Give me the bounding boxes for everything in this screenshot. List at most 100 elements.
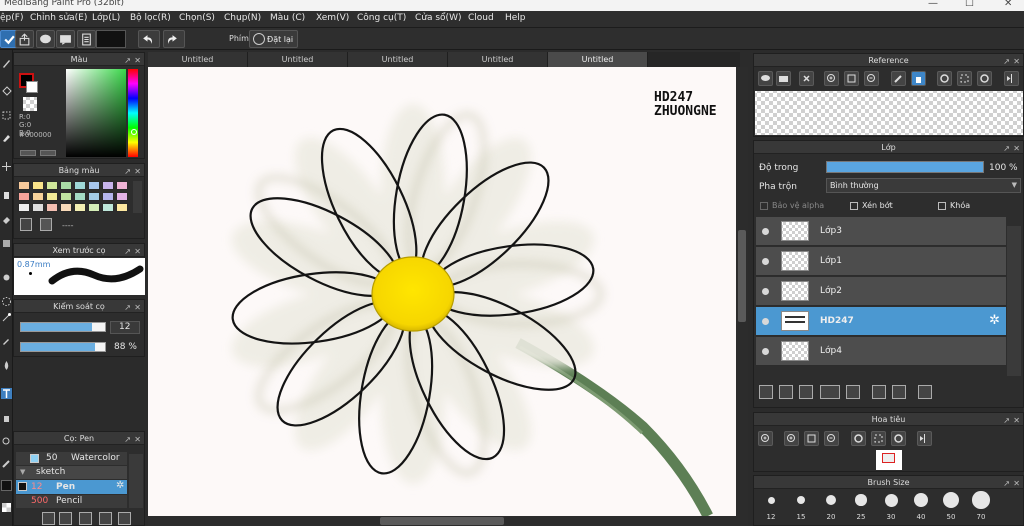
visibility-icon[interactable] [762, 228, 769, 235]
horizontal-scroll-thumb[interactable] [380, 517, 504, 525]
reset-view-icon[interactable] [957, 71, 972, 86]
foreground-color-icon[interactable] [1, 480, 12, 491]
redo-icon[interactable] [163, 30, 185, 48]
float-icon[interactable]: ↗ [124, 165, 131, 178]
new-layer-icon[interactable] [759, 385, 773, 399]
zoom-out-icon[interactable] [864, 71, 879, 86]
lasso-tool-icon[interactable] [1, 86, 12, 97]
color-mode-button-2[interactable] [40, 150, 56, 156]
close-icon[interactable]: ✕ [1013, 55, 1020, 68]
select-tool-icon[interactable] [1, 110, 12, 121]
fit-icon[interactable] [804, 431, 819, 446]
brush-size-cell[interactable]: 30 [877, 492, 905, 524]
tab-untitled-1[interactable]: Untitled [148, 52, 248, 67]
zoom-tool-icon[interactable] [1, 436, 12, 447]
hue-slider[interactable] [128, 69, 138, 157]
document-icon[interactable] [77, 30, 96, 48]
reset-view-icon[interactable] [871, 431, 886, 446]
layer-row-lop4[interactable]: Lớp4 [756, 337, 1006, 366]
hand-icon[interactable] [911, 71, 926, 86]
pen-tool-icon[interactable] [1, 58, 12, 69]
palette-swatch[interactable] [32, 203, 44, 212]
zoom-in-icon[interactable] [758, 431, 773, 446]
merge-layer-icon[interactable] [892, 385, 906, 399]
chevron-down-icon[interactable]: ▼ [20, 468, 25, 476]
layer-row-lop3[interactable]: Lớp3 [756, 217, 1006, 246]
transparent-color-icon[interactable] [1, 502, 12, 513]
dotted-select-icon[interactable] [1, 296, 12, 307]
close-reference-icon[interactable] [799, 71, 814, 86]
float-icon[interactable]: ↗ [124, 54, 131, 67]
menu-filter[interactable]: Bộ lọc(R) [130, 13, 171, 23]
comment-icon[interactable] [36, 30, 55, 48]
gear-icon[interactable]: ✲ [989, 313, 1000, 328]
palette-swatch[interactable] [116, 181, 128, 190]
folder-icon[interactable] [776, 71, 791, 86]
canvas-horizontal-scrollbar[interactable] [148, 516, 748, 526]
eraser-tool-icon[interactable] [1, 190, 12, 201]
float-icon[interactable]: ↗ [1003, 142, 1010, 155]
saturation-value-picker[interactable] [66, 69, 126, 157]
float-icon[interactable]: ↗ [1003, 477, 1010, 490]
menu-tools[interactable]: Công cụ(T) [357, 13, 406, 23]
drawing-canvas[interactable]: HD247 ZHUONGNE [148, 67, 736, 516]
palette-swatch[interactable] [60, 181, 72, 190]
palette-swatch[interactable] [18, 192, 30, 201]
palette-scrollbar[interactable] [133, 181, 142, 213]
dropper-tool-icon[interactable] [1, 458, 12, 469]
blur-tool-icon[interactable] [1, 360, 12, 371]
undo-icon[interactable] [138, 30, 160, 48]
brush-size-cell[interactable]: 12 [757, 492, 785, 524]
minimize-button[interactable]: — [928, 0, 938, 9]
brush-settings-icon[interactable] [59, 512, 72, 525]
brush-group[interactable]: ▼ sketch [16, 466, 127, 479]
gradient-tool-icon[interactable] [1, 238, 12, 249]
palette-swatch[interactable] [60, 203, 72, 212]
vertical-scroll-thumb[interactable] [738, 230, 746, 322]
eyedropper-icon[interactable] [1, 335, 12, 346]
navigator-thumbnail[interactable] [876, 450, 902, 470]
brush-item-selected[interactable]: 12 Pen ✲ [16, 480, 127, 494]
palette-swatch[interactable] [74, 192, 86, 201]
flip-icon[interactable] [1004, 71, 1019, 86]
menu-cloud[interactable]: Cloud [468, 13, 494, 23]
new-8bit-layer-icon[interactable] [799, 385, 813, 399]
float-icon[interactable]: ↗ [124, 245, 131, 258]
canvas-vertical-scrollbar[interactable] [736, 67, 748, 516]
secondary-color-swatch[interactable] [26, 81, 38, 93]
tab-untitled-2[interactable]: Untitled [248, 52, 348, 67]
layer-opacity-slider[interactable] [826, 161, 984, 173]
gear-icon[interactable]: ✲ [116, 480, 124, 491]
brush-size-cell[interactable]: 15 [787, 492, 815, 524]
menu-window[interactable]: Cửa sổ(W) [415, 13, 461, 23]
layer-row-lop1[interactable]: Lớp1 [756, 247, 1006, 276]
brush-size-value[interactable]: 12 [110, 321, 140, 334]
rotate-left-icon[interactable] [851, 431, 866, 446]
brush-tool-icon[interactable] [1, 132, 12, 143]
transparent-swatch[interactable] [23, 97, 37, 111]
reset-button[interactable]: Đặt lại [249, 30, 298, 48]
move-tool-icon[interactable] [1, 161, 12, 172]
delete-palette-icon[interactable] [40, 218, 52, 231]
new-halftone-layer-icon[interactable] [779, 385, 793, 399]
palette-swatch[interactable] [102, 181, 114, 190]
palette-swatch[interactable] [116, 203, 128, 212]
palette-swatch[interactable] [88, 181, 100, 190]
palette-swatch[interactable] [102, 203, 114, 212]
menu-view[interactable]: Xem(V) [316, 13, 349, 23]
menu-help[interactable]: Help [505, 13, 526, 23]
menu-edit[interactable]: Chỉnh sửa(E) [30, 13, 87, 23]
palette-swatch[interactable] [18, 181, 30, 190]
color-preview-box[interactable] [96, 30, 126, 48]
share-icon[interactable] [15, 30, 34, 48]
visibility-icon[interactable] [762, 318, 769, 325]
palette-swatch[interactable] [46, 203, 58, 212]
brush-size-slider[interactable] [20, 322, 106, 332]
hue-handle[interactable] [131, 129, 137, 135]
close-icon[interactable]: ✕ [1013, 142, 1020, 155]
float-icon[interactable]: ↗ [124, 433, 131, 446]
flip-icon[interactable] [917, 431, 932, 446]
close-icon[interactable]: ✕ [1013, 414, 1020, 427]
bucket-tool-icon[interactable] [1, 272, 12, 283]
palette-swatch[interactable] [74, 203, 86, 212]
